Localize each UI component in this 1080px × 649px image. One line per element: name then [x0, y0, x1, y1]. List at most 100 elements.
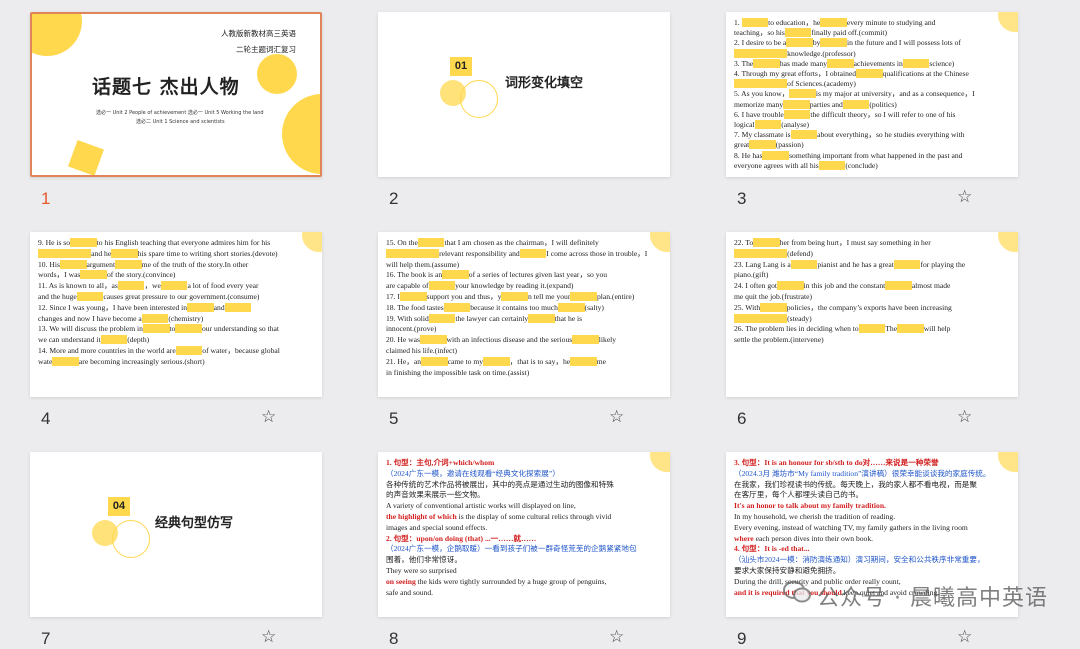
fill-blank[interactable] — [142, 324, 170, 334]
fill-blank[interactable] — [442, 270, 469, 280]
fill-blank[interactable] — [38, 248, 65, 258]
favorite-star-icon[interactable]: ☆ — [261, 627, 276, 647]
fill-blank[interactable] — [501, 292, 528, 301]
fill-blank[interactable] — [734, 48, 761, 58]
fill-blank[interactable] — [760, 313, 788, 323]
fill-blank[interactable] — [753, 58, 780, 68]
fill-blank[interactable] — [786, 38, 813, 48]
favorite-star-icon[interactable]: ☆ — [957, 407, 972, 427]
fill-blank[interactable] — [175, 324, 202, 334]
fill-blank[interactable] — [790, 259, 818, 269]
slide-thumbnail[interactable]: 15. On the that I am chosen as the chair… — [378, 232, 670, 397]
line-text: the kids were tightly surrounded by a hu… — [415, 576, 607, 586]
decor-shape — [68, 140, 104, 175]
fill-blank[interactable] — [842, 99, 870, 109]
fill-blank[interactable] — [820, 38, 848, 48]
text-line: are capable of your knowledge by reading… — [386, 281, 662, 291]
fill-blank[interactable] — [117, 281, 145, 291]
text-line: They were so surprised — [386, 566, 457, 575]
fill-blank[interactable] — [754, 120, 782, 129]
line-text: are capable of — [386, 281, 429, 291]
slide-thumbnail[interactable]: 04 经典句型仿写 — [30, 452, 322, 617]
fill-blank[interactable] — [160, 281, 188, 291]
fill-blank[interactable] — [428, 281, 456, 291]
fill-blank[interactable] — [760, 79, 788, 89]
fill-blank[interactable] — [789, 89, 816, 99]
fill-blank[interactable] — [570, 292, 597, 301]
fill-blank[interactable] — [141, 313, 169, 323]
slide-thumbnail[interactable]: 1. to education，he every minute to study… — [726, 12, 1018, 177]
fill-blank[interactable] — [417, 238, 445, 247]
fill-blank[interactable] — [741, 18, 769, 27]
fill-blank[interactable] — [902, 58, 930, 68]
fill-blank[interactable] — [70, 238, 97, 247]
fill-blank[interactable] — [734, 79, 761, 89]
fill-blank[interactable] — [783, 99, 810, 109]
fill-blank[interactable] — [827, 58, 854, 68]
fill-blank[interactable] — [734, 313, 761, 323]
fill-blank[interactable] — [399, 292, 427, 301]
fill-blank[interactable] — [443, 302, 471, 312]
fill-blank[interactable] — [760, 248, 788, 258]
fill-blank[interactable] — [885, 281, 912, 291]
slide-thumbnail[interactable]: 1. 句型：主句,介词+which/whom （2024广东一模，邀请在线观看“经… — [378, 452, 670, 617]
line-text: 1. — [734, 18, 742, 27]
fill-blank[interactable] — [187, 302, 214, 312]
fill-blank[interactable] — [59, 259, 87, 269]
fill-blank[interactable] — [818, 160, 846, 170]
fill-blank[interactable] — [570, 356, 597, 366]
slide-thumbnail[interactable]: 01 词形变化填空 — [378, 12, 670, 177]
slide-thumbnail[interactable]: 人教版新教材高三英语 二轮主题词汇复习 话题七 杰出人物 选必一 Unit 2 Peo… — [30, 12, 322, 177]
fill-blank[interactable] — [175, 346, 203, 355]
fill-blank[interactable] — [790, 130, 818, 140]
text-line: logical (analyse) — [734, 120, 1010, 130]
fill-blank[interactable] — [856, 69, 883, 78]
fill-blank[interactable] — [76, 292, 104, 301]
fill-blank[interactable] — [528, 313, 555, 323]
fill-blank[interactable] — [419, 335, 447, 345]
slide-number: 2 — [389, 189, 399, 208]
fill-blank[interactable] — [784, 28, 812, 38]
text-line: 17. I support you and thus，y n tell me y… — [386, 292, 662, 302]
favorite-star-icon[interactable]: ☆ — [261, 407, 276, 427]
text-line: memorize many parties and (politics) — [734, 99, 1010, 110]
fill-blank[interactable] — [224, 302, 252, 312]
fill-blank[interactable] — [734, 248, 761, 258]
fill-blank[interactable] — [428, 313, 456, 323]
fill-blank[interactable] — [753, 238, 780, 247]
fill-blank[interactable] — [893, 259, 921, 269]
fill-blank[interactable] — [783, 109, 811, 119]
fill-blank[interactable] — [749, 140, 776, 150]
line-text: (conclude) — [845, 160, 878, 170]
fill-blank[interactable] — [519, 248, 547, 258]
fill-blank[interactable] — [760, 302, 787, 312]
text-line: A variety of conventional artistic works… — [386, 501, 576, 511]
fill-blank[interactable] — [412, 248, 440, 258]
fill-blank[interactable] — [572, 335, 599, 345]
fill-blank[interactable] — [858, 324, 886, 334]
fill-blank[interactable] — [80, 270, 107, 280]
fill-blank[interactable] — [897, 324, 924, 334]
favorite-star-icon[interactable]: ☆ — [957, 627, 972, 647]
favorite-star-icon[interactable]: ☆ — [609, 407, 624, 427]
fill-blank[interactable] — [421, 356, 448, 366]
decor-circle — [112, 520, 150, 558]
line-text: for playing the — [920, 259, 966, 269]
fill-blank[interactable] — [762, 150, 790, 160]
fill-blank[interactable] — [760, 48, 788, 58]
fill-blank[interactable] — [777, 281, 804, 291]
fill-blank[interactable] — [100, 335, 128, 345]
fill-blank[interactable] — [64, 248, 92, 258]
slide-thumbnail[interactable]: 22. To her from being hurt，I must say so… — [726, 232, 1018, 397]
fill-blank[interactable] — [557, 302, 585, 312]
favorite-star-icon[interactable]: ☆ — [609, 627, 624, 647]
fill-blank[interactable] — [386, 248, 413, 258]
fill-blank[interactable] — [111, 248, 138, 258]
fill-blank[interactable] — [483, 356, 510, 366]
fill-blank[interactable] — [115, 259, 142, 269]
line-text: wate — [38, 356, 53, 366]
favorite-star-icon[interactable]: ☆ — [957, 187, 972, 207]
fill-blank[interactable] — [52, 356, 79, 366]
slide-thumbnail[interactable]: 9. He is so to his English teaching that… — [30, 232, 322, 397]
fill-blank[interactable] — [820, 18, 847, 27]
